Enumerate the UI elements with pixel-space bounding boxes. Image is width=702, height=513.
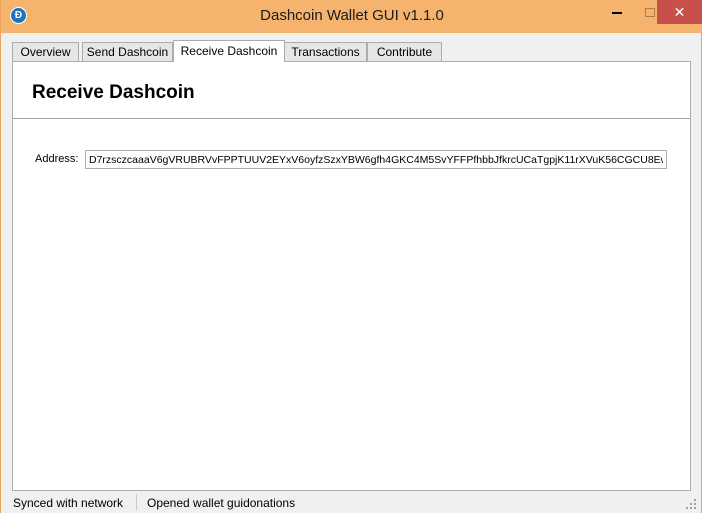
sync-status: Synced with network [13,496,124,510]
tab-contribute[interactable]: Contribute [367,42,442,62]
receive-panel: Receive Dashcoin Address: [12,61,691,491]
tab-send-dashcoin[interactable]: Send Dashcoin [82,42,173,62]
status-separator [136,494,137,510]
address-label: Address: [35,153,79,165]
close-icon: ✕ [673,4,686,20]
tab-overview[interactable]: Overview [12,42,79,62]
header-divider [13,118,690,119]
close-button[interactable]: ✕ [657,0,702,24]
minimize-button[interactable] [594,0,640,24]
title-bar[interactable]: Đ Dashcoin Wallet GUI v1.1.0 ✕ [1,0,702,33]
tab-receive-dashcoin[interactable]: Receive Dashcoin [173,40,285,62]
minimize-icon [612,11,622,14]
wallet-status: Opened wallet guidonations [147,496,296,510]
maximize-icon [645,8,655,18]
tab-transactions[interactable]: Transactions [284,42,367,62]
page-title: Receive Dashcoin [32,82,195,103]
app-window: Đ Dashcoin Wallet GUI v1.1.0 ✕ Overview … [0,0,702,513]
address-field[interactable] [85,150,667,169]
resize-grip-icon[interactable] [686,499,698,511]
status-bar: Synced with network Opened wallet guidon… [1,491,701,513]
